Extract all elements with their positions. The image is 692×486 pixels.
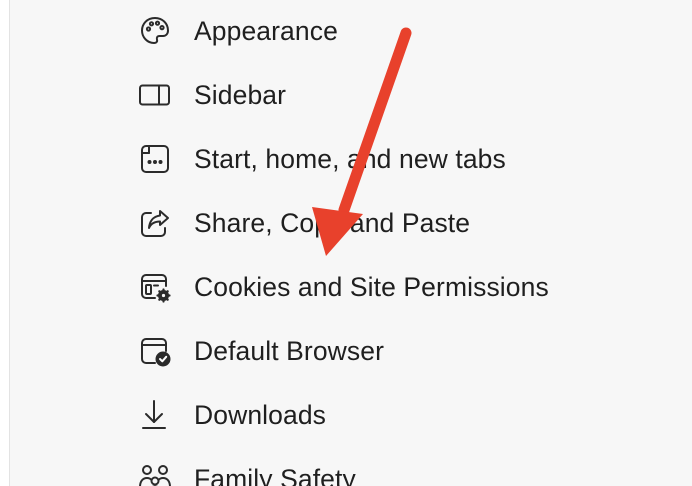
share-icon [138,206,172,240]
new-tab-icon [138,142,172,176]
default-browser-icon [138,334,172,368]
menu-item-label: Sidebar [194,79,287,110]
menu-item-downloads[interactable]: Downloads [138,391,678,439]
download-icon [138,398,172,432]
menu-item-label: Downloads [194,399,327,430]
palette-icon [138,14,172,48]
menu-item-family-safety[interactable]: Family Safety [138,455,678,486]
menu-item-label: Start, home, and new tabs [194,143,506,174]
sidebar-icon [138,78,172,112]
menu-item-label: Share, Copy and Paste [194,207,471,238]
menu-item-start-home-new-tabs[interactable]: Start, home, and new tabs [138,135,678,183]
menu-item-default-browser[interactable]: Default Browser [138,327,678,375]
menu-item-sidebar[interactable]: Sidebar [138,71,678,119]
menu-item-share-copy-paste[interactable]: Share, Copy and Paste [138,199,678,247]
settings-panel: Appearance Sidebar Start, home, and new … [9,0,692,486]
site-permissions-icon [138,270,172,304]
menu-item-label: Family Safety [194,463,356,486]
menu-item-appearance[interactable]: Appearance [138,7,678,55]
menu-item-cookies-site-permissions[interactable]: Cookies and Site Permissions [138,263,678,311]
menu-item-label: Appearance [194,15,338,46]
menu-item-label: Default Browser [194,335,385,366]
family-icon [138,462,172,486]
menu-item-label: Cookies and Site Permissions [194,271,549,302]
